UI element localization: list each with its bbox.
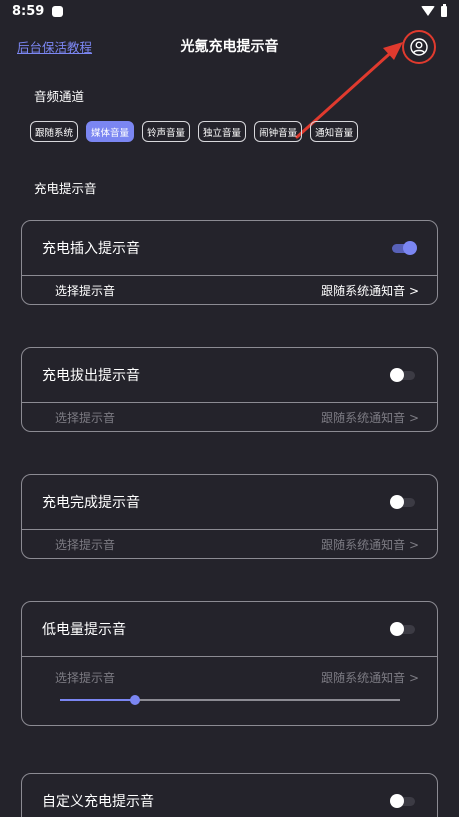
selected-sound-value: 跟随系统通知音 > xyxy=(321,670,419,685)
chip-media-volume[interactable]: 媒体音量 xyxy=(86,121,135,142)
toggle-knob xyxy=(403,241,417,255)
slider-track xyxy=(60,695,400,705)
toggle-knob xyxy=(390,368,404,382)
select-sound-row[interactable]: 选择提示音 跟随系统通知音 > xyxy=(22,403,437,431)
card-title: 充电拔出提示音 xyxy=(42,368,140,384)
wifi-icon xyxy=(421,6,435,16)
card-header: 自定义充电提示音 xyxy=(22,774,437,817)
audio-channel-label: 音频通道 xyxy=(34,89,85,104)
select-sound-label: 选择提示音 xyxy=(55,410,116,425)
card-title: 充电插入提示音 xyxy=(42,241,140,257)
select-sound-row[interactable]: 选择提示音 跟随系统通知音 > xyxy=(22,530,437,558)
low-battery-toggle[interactable] xyxy=(390,622,417,636)
select-sound-label: 选择提示音 xyxy=(55,283,116,298)
card-charge-plugin: 充电插入提示音 选择提示音 跟随系统通知音 > xyxy=(21,220,438,305)
selected-sound-value: 跟随系统通知音 > xyxy=(321,283,419,298)
notification-app-icon xyxy=(52,5,64,17)
card-header: 低电量提示音 xyxy=(22,602,437,657)
low-battery-threshold-slider[interactable] xyxy=(22,687,437,725)
card-charge-complete: 充电完成提示音 选择提示音 跟随系统通知音 > xyxy=(21,474,438,559)
card-header: 充电插入提示音 xyxy=(22,221,437,276)
card-header: 充电完成提示音 xyxy=(22,475,437,530)
toggle-knob xyxy=(390,794,404,808)
custom-charge-toggle[interactable] xyxy=(390,794,417,808)
card-title: 充电完成提示音 xyxy=(42,495,140,511)
audio-channel-options: 跟随系统 媒体音量 铃声音量 独立音量 闹钟音量 通知音量 xyxy=(30,121,359,142)
select-sound-label: 选择提示音 xyxy=(55,670,116,685)
status-time: 8:59 xyxy=(12,3,45,19)
chip-ringtone-volume[interactable]: 铃声音量 xyxy=(142,121,191,142)
chip-follow-system[interactable]: 跟随系统 xyxy=(30,121,79,142)
select-sound-row[interactable]: 选择提示音 跟随系统通知音 > xyxy=(22,276,437,304)
slider-thumb[interactable] xyxy=(129,695,140,705)
slider-fill xyxy=(60,699,135,701)
charge-unplug-toggle[interactable] xyxy=(390,368,417,382)
toggle-knob xyxy=(390,622,404,636)
charge-complete-toggle[interactable] xyxy=(390,495,417,509)
select-sound-label: 选择提示音 xyxy=(55,537,116,552)
battery-icon xyxy=(441,3,447,17)
toggle-knob xyxy=(390,495,404,509)
chip-independent-volume[interactable]: 独立音量 xyxy=(198,121,247,142)
status-bar: 8:59 xyxy=(0,0,459,22)
card-charge-unplug: 充电拔出提示音 选择提示音 跟随系统通知音 > xyxy=(21,347,438,432)
card-title: 自定义充电提示音 xyxy=(42,794,154,810)
card-custom-charge: 自定义充电提示音 xyxy=(21,773,438,817)
page-title: 光氪充电提示音 xyxy=(180,39,279,55)
chip-alarm-volume[interactable]: 闹钟音量 xyxy=(254,121,303,142)
status-icons xyxy=(421,3,447,17)
chip-notification-volume[interactable]: 通知音量 xyxy=(310,121,359,142)
user-icon xyxy=(410,38,428,56)
card-header: 充电拔出提示音 xyxy=(22,348,437,403)
card-low-battery: 低电量提示音 选择提示音 跟随系统通知音 > xyxy=(21,601,438,726)
charge-plugin-toggle[interactable] xyxy=(390,241,417,255)
selected-sound-value: 跟随系统通知音 > xyxy=(321,410,419,425)
charge-sound-section-label: 充电提示音 xyxy=(34,181,97,196)
card-title: 低电量提示音 xyxy=(42,622,126,638)
user-account-button[interactable] xyxy=(402,30,436,64)
selected-sound-value: 跟随系统通知音 > xyxy=(321,537,419,552)
select-sound-row[interactable]: 选择提示音 跟随系统通知音 > xyxy=(22,657,437,687)
app-header: 后台保活教程 光氪充电提示音 xyxy=(0,28,459,64)
